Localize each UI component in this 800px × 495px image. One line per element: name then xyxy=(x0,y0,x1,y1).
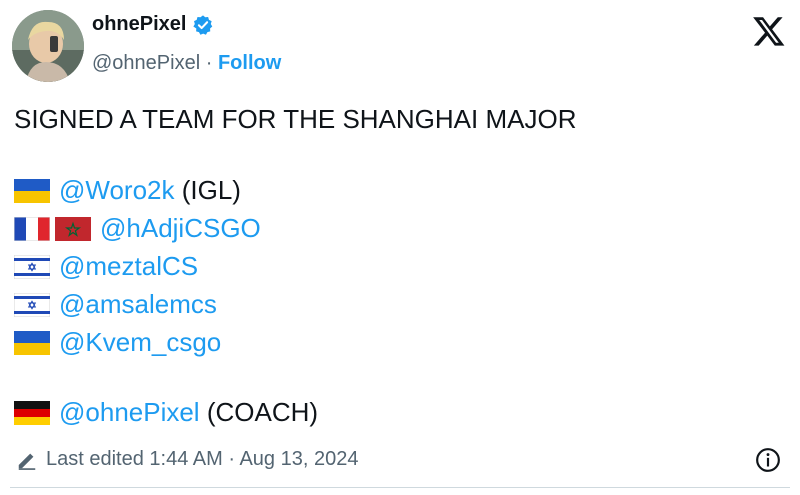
ukraine-flag-icon xyxy=(14,331,50,355)
divider xyxy=(10,487,790,488)
france-flag-icon xyxy=(14,217,50,241)
israel-flag-icon xyxy=(14,293,50,317)
author-display-name[interactable]: ohnePixel xyxy=(92,13,186,36)
morocco-flag-icon xyxy=(55,217,91,241)
mention-link[interactable]: @hAdjiCSGO xyxy=(100,213,261,243)
tweet-headline: SIGNED A TEAM FOR THE SHANGHAI MAJOR xyxy=(14,104,577,134)
avatar[interactable] xyxy=(12,10,84,82)
mention-link[interactable]: @Woro2k xyxy=(59,175,175,205)
edit-history-link[interactable]: Last edited 1:44 AM · Aug 13, 2024 xyxy=(16,448,358,471)
avatar-image xyxy=(12,10,84,82)
pencil-icon xyxy=(18,453,36,470)
author-handle-row: @ohnePixel · Follow xyxy=(92,52,281,75)
mention-link[interactable]: @Kvem_csgo xyxy=(59,327,221,357)
roster-line-4: @amsalemcs xyxy=(14,289,217,319)
israel-flag-icon xyxy=(14,255,50,279)
author-handle[interactable]: @ohnePixel xyxy=(92,52,200,74)
last-edited-label: Last edited 1:44 AM · Aug 13, 2024 xyxy=(46,448,359,470)
role-label: (COACH) xyxy=(199,397,319,427)
mention-link[interactable]: @meztalCS xyxy=(59,251,198,281)
roster-line-3: @meztalCS xyxy=(14,251,198,281)
role-label: (IGL) xyxy=(174,175,241,205)
roster-line-2: @hAdjiCSGO xyxy=(14,213,261,243)
mention-link[interactable]: @ohnePixel xyxy=(59,397,200,427)
roster-line-5: @Kvem_csgo xyxy=(14,327,221,357)
author-name-row: ohnePixel xyxy=(92,13,214,36)
germany-flag-icon xyxy=(14,401,50,425)
mention-link[interactable]: @amsalemcs xyxy=(59,289,217,319)
follow-button[interactable]: Follow xyxy=(218,52,281,74)
verified-badge-icon xyxy=(193,14,213,35)
coach-line: @ohnePixel (COACH) xyxy=(14,397,318,427)
x-logo-icon[interactable] xyxy=(752,14,786,48)
handle-separator: · xyxy=(205,52,213,74)
ukraine-flag-icon xyxy=(14,179,50,203)
info-icon[interactable] xyxy=(755,447,781,473)
roster-line-1: @Woro2k (IGL) xyxy=(14,175,241,205)
